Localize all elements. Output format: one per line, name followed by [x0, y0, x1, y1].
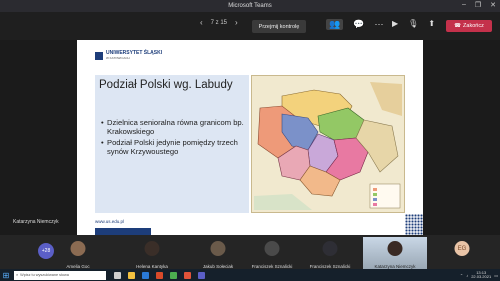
university-logo: UNIWERSYTET ŚLĄSKI W KATOWICACH	[95, 51, 162, 60]
bullet-item: Podział Polski jedynie pomiędzy trzech s…	[101, 138, 247, 156]
share-screen-icon[interactable]: ⬆	[428, 19, 435, 28]
slide-footer-bar	[95, 228, 151, 235]
search-icon: ⌕	[16, 273, 19, 277]
search-placeholder: Wpisz tu wyszukiwane słowa	[20, 273, 69, 277]
presentation-slide: UNIWERSYTET ŚLĄSKI W KATOWICACH Podział …	[77, 40, 423, 235]
presenter-video-tile[interactable]: Katarzyna Niemczyk	[363, 237, 427, 269]
network-icon[interactable]: ⌃	[460, 273, 463, 278]
phone-icon: ☎	[454, 23, 462, 29]
logo-line2: W KATOWICACH	[106, 56, 130, 60]
taskbar-search-input[interactable]: ⌕ Wpisz tu wyszukiwane słowa	[14, 270, 106, 280]
avatar	[70, 241, 86, 256]
avatar	[264, 241, 280, 256]
edge-icon[interactable]	[142, 271, 149, 279]
bullet-item: Dzielnica senioralna równa granicom bp. …	[101, 118, 247, 136]
windows-start-icon[interactable]: ⊞	[0, 269, 12, 281]
dot-pattern-decoration	[405, 214, 423, 235]
office-icon[interactable]	[156, 271, 163, 279]
leave-label: Zakończ	[463, 23, 484, 29]
microphone-off-icon[interactable]: 🎙	[408, 19, 418, 28]
window-title: Microsoft Teams	[228, 3, 272, 9]
participant-tile[interactable]: Amelia Goc	[46, 237, 110, 269]
volume-icon[interactable]: ♪	[466, 273, 468, 278]
prev-slide-icon[interactable]: ‹	[200, 18, 203, 27]
notifications-icon[interactable]: ▭	[494, 273, 498, 278]
powerpoint-icon[interactable]	[184, 271, 191, 279]
avatar	[387, 241, 403, 256]
media-controls: ▶ 🎙 ⬆	[392, 19, 435, 28]
logo-mark-icon	[95, 51, 103, 60]
leave-button[interactable]: ☎ Zakończ	[446, 20, 492, 32]
participant-tile[interactable]: Franciszek Sznalicki	[298, 237, 362, 269]
participant-tile[interactable]: Helena Kantyka	[120, 237, 184, 269]
system-tray: ⌃ ♪ 13:13 22.03.2021 ▭	[460, 269, 498, 281]
next-slide-icon[interactable]: ›	[235, 18, 238, 27]
participant-tile[interactable]: Franciszek Sznalicki	[240, 237, 304, 269]
clock-date: 22.03.2021	[471, 274, 492, 279]
file-explorer-icon[interactable]	[128, 271, 135, 279]
participant-tile[interactable]: EG	[430, 237, 494, 269]
taskbar-apps	[114, 271, 205, 279]
text-panel: Podział Polski wg. Labudy Dzielnica seni…	[95, 75, 249, 213]
slide-navigation: ‹ 7 z 15 ›	[200, 18, 238, 27]
historical-map-image	[251, 75, 405, 213]
initials-avatar: EG	[454, 241, 470, 256]
presenter-name: Katarzyna Niemczyk	[13, 219, 59, 225]
chrome-icon[interactable]	[170, 271, 177, 279]
avatar	[144, 241, 160, 256]
take-control-button[interactable]: Przejmij kontrolę	[252, 20, 306, 33]
title-bar: Microsoft Teams – ❐ ✕	[0, 0, 500, 12]
chat-icon[interactable]: 💬	[353, 19, 364, 30]
close-icon[interactable]: ✕	[490, 1, 496, 9]
bullet-list: Dzielnica senioralna równa granicom bp. …	[101, 118, 247, 159]
camera-off-icon[interactable]: ▶	[392, 19, 398, 28]
task-view-icon[interactable]	[114, 271, 121, 279]
minimize-icon[interactable]: –	[462, 1, 466, 9]
clock[interactable]: 13:13 22.03.2021	[471, 270, 492, 279]
teams-icon[interactable]	[198, 271, 205, 279]
slide-title: Podział Polski wg. Labudy	[99, 79, 233, 91]
more-options-icon[interactable]: ⋯	[374, 19, 383, 30]
maximize-icon[interactable]: ❐	[475, 1, 481, 9]
avatar	[210, 241, 226, 256]
windows-taskbar: ⊞ ⌕ Wpisz tu wyszukiwane słowa ⌃ ♪ 13:13…	[0, 269, 500, 281]
participants-icon[interactable]: 👥	[326, 19, 344, 30]
toolbar-actions: 👥 💬 ⋯	[326, 19, 383, 30]
slide-url: www.us.edu.pl	[95, 219, 125, 224]
slide-counter: 7 z 15	[210, 19, 228, 26]
avatar	[322, 241, 338, 256]
